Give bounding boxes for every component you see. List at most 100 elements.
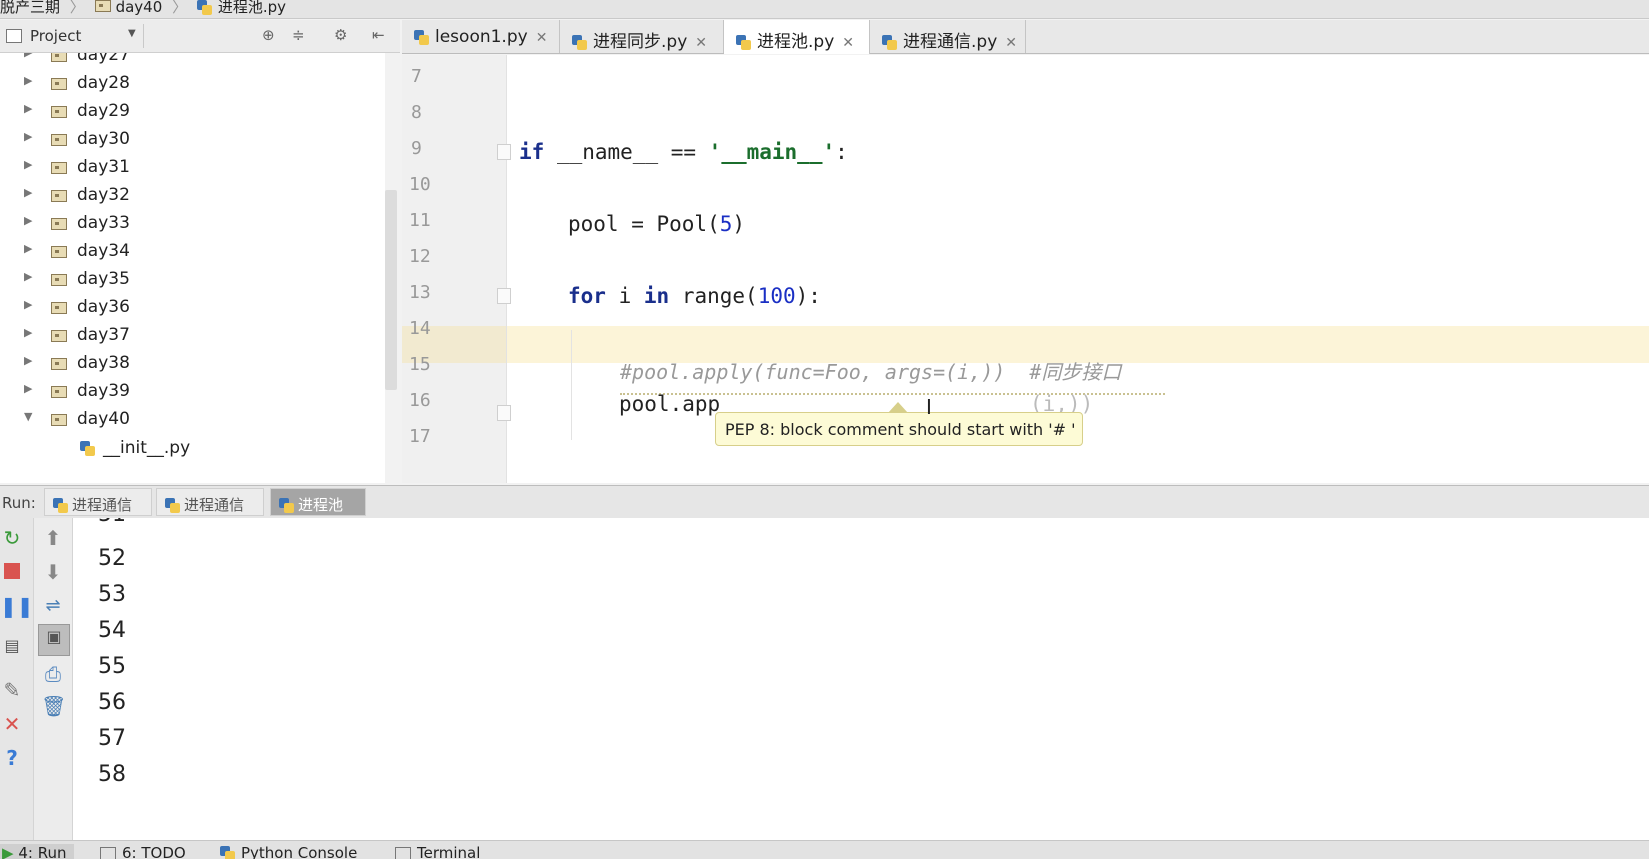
code-line-13: for i in range(100): (568, 284, 821, 308)
run-tab-process-pool[interactable]: 进程池 (270, 488, 366, 516)
arrow-up-icon[interactable]: ⬆ (41, 526, 65, 550)
help-icon[interactable]: ? (0, 746, 24, 770)
fold-marker-icon[interactable] (497, 288, 511, 304)
soft-wrap-icon[interactable]: ⇌ (41, 594, 65, 618)
scrollbar[interactable] (385, 190, 397, 390)
tool-window-bar: ▶ 4: Run 6: TODO Python Console Terminal (0, 840, 1649, 859)
tree-item-day39[interactable]: ▶ day39 (0, 378, 380, 406)
todo-tool-label: 6: TODO (122, 844, 186, 859)
collapse-all-icon[interactable]: ≑ (292, 26, 305, 44)
tab-process-pool[interactable]: 进程池.py ✕ (724, 20, 870, 54)
tree-item-day33[interactable]: ▶ day33 (0, 210, 380, 238)
run-tab-process-comm-2[interactable]: 进程通信 (156, 488, 264, 516)
chevron-down-icon[interactable]: ▼ (24, 410, 32, 423)
tree-item-label: day28 (77, 73, 130, 93)
terminal-label: Terminal (417, 844, 481, 859)
todo-tool-button[interactable]: 6: TODO (100, 844, 186, 859)
breadcrumb-file-label: 进程池.py (217, 0, 287, 16)
chevron-right-icon[interactable]: ▶ (24, 382, 32, 395)
chevron-right-icon[interactable]: ▶ (24, 130, 32, 143)
tree-item-day31[interactable]: ▶ day31 (0, 154, 380, 182)
chevron-right-icon[interactable]: ▶ (24, 158, 32, 171)
pin-icon[interactable]: ✎ (0, 678, 24, 702)
tree-item-day30[interactable]: ▶ day30 (0, 126, 380, 154)
tab-process-comm[interactable]: 进程通信.py ✕ (870, 20, 1026, 53)
tree-item-label: day33 (77, 213, 130, 233)
arrow-down-icon[interactable]: ⬇ (41, 560, 65, 584)
chevron-right-icon[interactable]: ▶ (24, 242, 32, 255)
stop-icon[interactable] (0, 560, 24, 584)
editor-tabs: lesoon1.py ✕ 进程同步.py ✕ 进程池.py ✕ 进程通信.py ✕ (402, 20, 1649, 54)
tree-item-day27[interactable]: ▶ day27 (0, 53, 380, 70)
close-icon[interactable]: ✕ (695, 35, 707, 51)
restore-layout-icon[interactable]: ▤ (0, 634, 24, 658)
chevron-right-icon[interactable]: ▶ (24, 53, 32, 59)
run-tool-label: 4: Run (18, 844, 67, 859)
python-console-button[interactable]: Python Console (220, 844, 357, 859)
chevron-right-icon[interactable]: ▶ (24, 186, 32, 199)
gear-icon[interactable]: ⚙ (334, 26, 347, 44)
tree-item-day37[interactable]: ▶ day37 (0, 322, 380, 350)
chevron-down-icon[interactable]: ▼ (128, 28, 136, 39)
output-line: 58 (98, 762, 126, 787)
project-view-selector[interactable]: Project (30, 27, 81, 45)
divider (143, 24, 144, 48)
chevron-right-icon[interactable]: ▶ (24, 354, 32, 367)
output-line: 55 (98, 654, 126, 679)
terminal-button[interactable]: Terminal (395, 844, 480, 859)
tree-item-day35[interactable]: ▶ day35 (0, 266, 380, 294)
chevron-right-icon[interactable]: ▶ (24, 102, 32, 115)
fold-marker-icon[interactable] (497, 405, 511, 421)
string-literal: '__main__' (708, 140, 836, 164)
chevron-right-icon[interactable]: ▶ (24, 214, 32, 227)
run-tab-process-comm-1[interactable]: 进程通信 (44, 488, 152, 516)
chevron-right-icon[interactable]: ▶ (24, 326, 32, 339)
breadcrumb-separator: 〉 (172, 0, 188, 16)
code-line-9: if __name__ == '__main__': (519, 140, 848, 164)
pause-icon[interactable]: ❚❚ (0, 594, 34, 618)
line-number: 14 (409, 318, 431, 339)
chevron-right-icon[interactable]: ▶ (24, 270, 32, 283)
tree-item-day40[interactable]: ▼ day40 (0, 406, 380, 434)
run-toolbar-primary: ↻ ❚❚ ▤ ✎ ✕ ? (0, 518, 34, 840)
tree-item-init-file[interactable]: __init__.py (0, 435, 380, 463)
code-text: i (605, 284, 644, 308)
tree-item-day29[interactable]: ▶ day29 (0, 98, 380, 126)
run-tool-button[interactable]: ▶ 4: Run (0, 844, 75, 859)
hide-panel-icon[interactable]: ⇤ (372, 26, 385, 44)
tab-process-sync[interactable]: 进程同步.py ✕ (560, 20, 724, 53)
close-icon[interactable]: ✕ (1005, 35, 1017, 51)
scroll-to-end-icon[interactable]: ▣ (38, 624, 70, 656)
chevron-right-icon[interactable]: ▶ (24, 298, 32, 311)
line-number: 17 (409, 426, 431, 447)
locate-icon[interactable]: ⊕ (262, 26, 275, 44)
play-icon: ▶ (2, 844, 14, 859)
breadcrumb-folder[interactable]: day40 (94, 0, 162, 15)
fold-marker-icon[interactable] (497, 144, 511, 160)
line-number: 11 (409, 210, 431, 231)
run-tab-label: 进程池 (298, 496, 344, 514)
todo-icon (100, 847, 116, 859)
rerun-icon[interactable]: ↻ (0, 526, 24, 550)
chevron-right-icon[interactable]: ▶ (24, 74, 32, 87)
close-icon[interactable]: ✕ (0, 712, 24, 736)
breadcrumb-project[interactable]: 脱产三期 (0, 0, 60, 15)
line-number: 9 (411, 138, 422, 159)
python-file-icon (572, 34, 587, 50)
print-icon[interactable]: ⎙ (41, 662, 65, 686)
tree-item-day34[interactable]: ▶ day34 (0, 238, 380, 266)
close-icon[interactable]: ✕ (842, 35, 854, 51)
tree-item-day38[interactable]: ▶ day38 (0, 350, 380, 378)
run-console-output[interactable]: 51 52 53 54 55 56 57 58 (73, 518, 1649, 840)
tab-lesoon1[interactable]: lesoon1.py ✕ (402, 20, 560, 53)
tab-label: 进程通信.py (903, 32, 998, 52)
trash-icon[interactable]: 🗑 (41, 694, 66, 718)
tree-item-day36[interactable]: ▶ day36 (0, 294, 380, 322)
tree-item-day28[interactable]: ▶ day28 (0, 70, 380, 98)
close-icon[interactable]: ✕ (536, 30, 548, 46)
tree-item-label: day36 (77, 297, 130, 317)
folder-icon (94, 0, 111, 12)
run-toolbar-secondary: ⬆ ⬇ ⇌ ▣ ⎙ 🗑 (34, 518, 73, 840)
tree-item-day32[interactable]: ▶ day32 (0, 182, 380, 210)
breadcrumb-file[interactable]: 进程池.py (196, 0, 287, 16)
